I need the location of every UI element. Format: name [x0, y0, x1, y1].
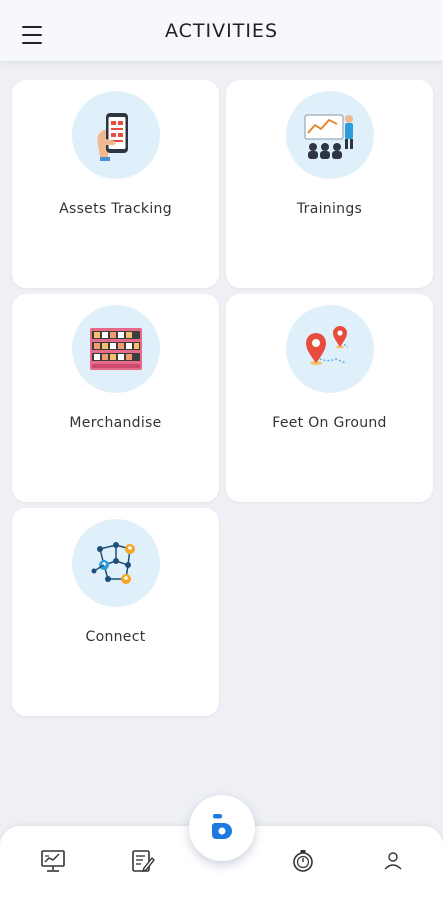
page-title: ACTIVITIES — [164, 20, 278, 42]
activity-label: Connect — [85, 629, 146, 645]
notes-edit-icon[interactable] — [128, 846, 158, 876]
activity-card-merchandise[interactable]: Merchandise — [12, 294, 219, 502]
app-header: ACTIVITIES — [0, 0, 443, 62]
map-pins-route-icon — [286, 305, 374, 393]
activity-card-feet-on-ground[interactable]: Feet On Ground — [226, 294, 433, 502]
profile-user-icon[interactable] — [378, 846, 408, 876]
activity-card-trainings[interactable]: Trainings — [226, 80, 433, 288]
dashboard-monitor-icon[interactable] — [38, 846, 68, 876]
presentation-training-icon — [286, 91, 374, 179]
phone-scanner-icon — [72, 91, 160, 179]
activity-label: Trainings — [296, 201, 363, 217]
network-people-icon — [72, 519, 160, 607]
store-shelf-icon — [72, 305, 160, 393]
activity-label: Feet On Ground — [272, 415, 387, 431]
timer-icon[interactable] — [288, 846, 318, 876]
activity-label: Assets Tracking — [59, 201, 172, 217]
activity-label: Merchandise — [69, 415, 162, 431]
activity-card-connect[interactable]: Connect — [12, 508, 219, 716]
home-logo-icon[interactable] — [189, 795, 255, 861]
activity-card-assets-tracking[interactable]: Assets Tracking — [12, 80, 219, 288]
